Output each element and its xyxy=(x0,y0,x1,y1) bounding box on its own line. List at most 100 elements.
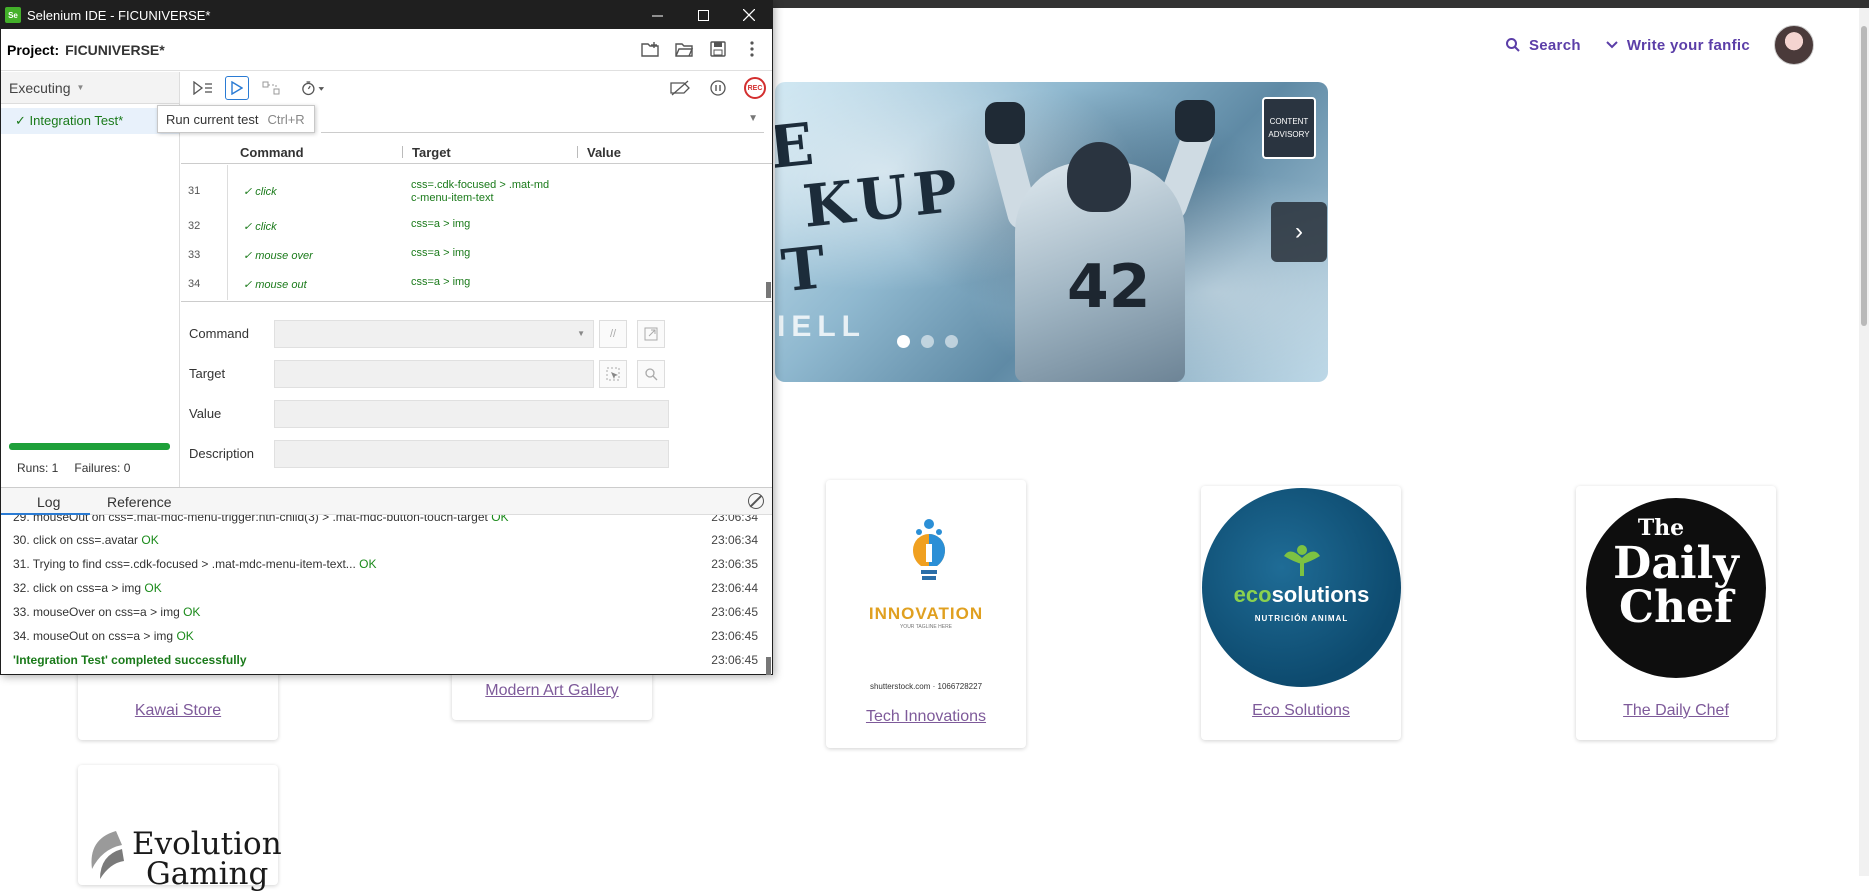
chevron-down-icon: ▼ xyxy=(577,329,585,338)
select-element-icon xyxy=(606,367,620,381)
breakpoint-off-icon xyxy=(670,80,690,96)
target-field[interactable] xyxy=(274,360,594,388)
test-sidebar: Executing ▼ ✓ Integration Test* Runs: 1 … xyxy=(1,72,180,487)
dropdown-caret-icon: ▼ xyxy=(76,83,85,92)
record-icon: REC xyxy=(747,84,763,92)
open-project-button[interactable] xyxy=(674,39,694,59)
advisory-line: CONTENT xyxy=(1269,117,1309,126)
log-scrollbar[interactable] xyxy=(766,657,771,675)
carousel-next-button[interactable]: › xyxy=(1271,202,1327,262)
maximize-button[interactable] xyxy=(680,1,726,29)
value-field[interactable] xyxy=(274,400,669,428)
pause-on-exceptions-button[interactable] xyxy=(706,76,730,100)
carousel-dot[interactable] xyxy=(921,335,934,348)
eco-logo-text: ecosolutions xyxy=(1202,582,1401,608)
page-scrollbar[interactable] xyxy=(1859,8,1869,876)
image-credit: shutterstock.com · 1066728227 xyxy=(869,682,983,691)
search-nav-label: Search xyxy=(1528,36,1581,54)
eco-logo-part-a: eco xyxy=(1233,582,1272,607)
step-button[interactable] xyxy=(259,76,283,100)
row-number: 33 xyxy=(188,249,201,261)
speed-button[interactable] xyxy=(301,76,325,100)
close-button[interactable] xyxy=(726,1,772,29)
carousel-dot[interactable] xyxy=(897,335,910,348)
store-card-tech-innovations[interactable]: INNOVATION YOUR TAGLINE HERE shutterstoc… xyxy=(826,480,1026,748)
maximize-icon xyxy=(697,9,709,21)
find-target-button[interactable] xyxy=(637,360,665,388)
user-avatar[interactable] xyxy=(1774,25,1814,65)
eco-logo-part-b: solutions xyxy=(1271,582,1370,607)
more-options-button[interactable] xyxy=(742,39,762,59)
disable-breakpoints-button[interactable] xyxy=(668,76,692,100)
executing-dropdown[interactable]: Executing ▼ xyxy=(1,72,179,104)
log-time: 23:06:34 xyxy=(711,515,758,524)
innovation-logo-tagline: YOUR TAGLINE HERE xyxy=(899,624,953,630)
tab-reference[interactable]: Reference xyxy=(107,494,172,510)
featured-carousel[interactable]: E KUP T IELL 42 CONTENT ADVISORY › xyxy=(775,82,1328,382)
store-card-eco-solutions[interactable]: ecosolutions NUTRICIÓN ANIMAL Eco Soluti… xyxy=(1201,486,1401,740)
command-row[interactable]: 31 ✓ click css=.cdk-focused > .mat-md c-… xyxy=(181,179,766,211)
page-scroll-thumb[interactable] xyxy=(1861,26,1867,326)
clear-log-icon[interactable] xyxy=(748,493,764,509)
write-fanfic-button[interactable]: Write your fanfic xyxy=(1605,37,1750,54)
daily-chef-line: Daily xyxy=(1613,538,1739,589)
carousel-dot[interactable] xyxy=(945,335,958,348)
log-status: OK xyxy=(144,581,162,595)
jersey-number: 42 xyxy=(1067,252,1151,322)
run-all-tests-button[interactable] xyxy=(191,76,215,100)
open-reference-button[interactable] xyxy=(637,320,665,348)
daily-chef-logo-text: The Daily Chef xyxy=(1586,514,1766,630)
row-number: 31 xyxy=(188,185,201,197)
log-entry: 33. mouseOver on css=a > img OK 23:06:45 xyxy=(13,605,758,619)
log-text: 32. click on css=a > img xyxy=(13,581,142,595)
log-status: OK xyxy=(176,629,194,643)
card-title[interactable]: The Daily Chef xyxy=(1576,702,1776,720)
command-row[interactable]: 32 ✓ click css=a > img xyxy=(181,218,766,244)
search-icon xyxy=(1505,38,1520,52)
store-card-daily-chef[interactable]: The Daily Chef The Daily Chef xyxy=(1576,486,1776,740)
row-target: css=a > img xyxy=(411,276,571,289)
card-title[interactable]: Modern Art Gallery xyxy=(452,682,652,700)
run-current-test-button[interactable] xyxy=(225,76,249,100)
command-field[interactable]: ▼ xyxy=(274,320,594,348)
row-command: ✓ mouse over xyxy=(243,250,313,262)
record-button[interactable]: REC xyxy=(744,77,766,99)
store-card-evolution-gaming[interactable]: Evolution Gaming xyxy=(78,765,282,890)
comment-toggle-button[interactable]: // xyxy=(599,320,627,348)
row-target-line: css=a > img xyxy=(411,276,471,288)
description-field[interactable] xyxy=(274,440,669,468)
command-list-scrollbar[interactable] xyxy=(766,282,771,298)
write-fanfic-label: Write your fanfic xyxy=(1626,36,1750,54)
search-nav-button[interactable]: Search xyxy=(1505,37,1581,54)
log-text: 33. mouseOver on css=a > img xyxy=(13,605,180,619)
log-time: 23:06:45 xyxy=(711,629,758,643)
project-bar: Project: FICUNIVERSE* xyxy=(1,29,772,71)
column-divider[interactable] xyxy=(577,146,578,158)
site-nav: Search Write your fanfic xyxy=(1505,25,1814,65)
project-name[interactable]: FICUNIVERSE* xyxy=(65,42,165,58)
new-project-button[interactable] xyxy=(640,39,660,59)
window-titlebar[interactable]: Se Selenium IDE - FICUNIVERSE* xyxy=(1,1,772,29)
base-url-select[interactable]: ▼ xyxy=(321,109,764,133)
card-title[interactable]: Tech Innovations xyxy=(826,708,1026,726)
log-time: 23:06:35 xyxy=(711,557,758,571)
select-target-button[interactable] xyxy=(599,360,627,388)
column-divider[interactable] xyxy=(402,146,403,158)
log-time: 23:06:45 xyxy=(711,605,758,619)
command-list: 31 ✓ click css=.cdk-focused > .mat-md c-… xyxy=(181,165,766,300)
save-project-button[interactable] xyxy=(708,39,728,59)
header-target: Target xyxy=(412,145,451,160)
command-row[interactable]: 34 ✓ mouse out css=a > img xyxy=(181,276,766,300)
open-folder-icon xyxy=(675,43,693,57)
test-item-integration[interactable]: ✓ Integration Test* xyxy=(1,108,179,134)
minimize-icon xyxy=(651,15,663,16)
card-title[interactable]: Eco Solutions xyxy=(1201,702,1401,720)
card-title[interactable]: Kawai Store xyxy=(78,702,278,720)
log-time: 23:06:45 xyxy=(711,653,758,667)
browser-page: Search Write your fanfic E KUP T IELL 42… xyxy=(0,0,1869,890)
chevron-down-icon: ▼ xyxy=(748,113,758,124)
minimize-button[interactable] xyxy=(634,1,680,29)
play-icon xyxy=(231,81,243,95)
tab-log[interactable]: Log xyxy=(1,494,91,515)
command-row[interactable]: 33 ✓ mouse over css=a > img xyxy=(181,247,766,273)
